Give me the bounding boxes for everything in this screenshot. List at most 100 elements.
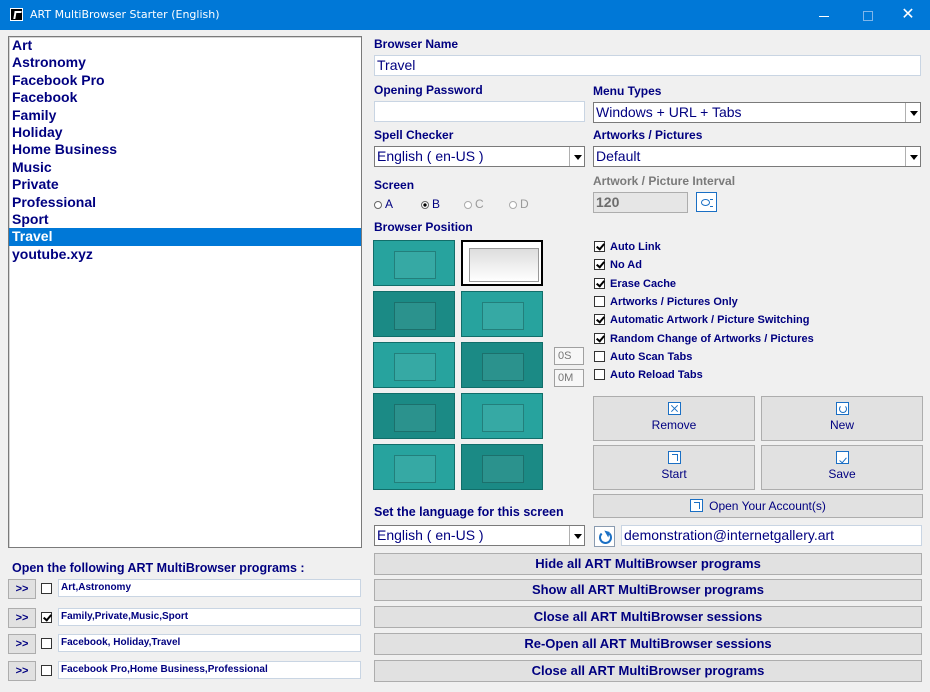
browser-list-item[interactable]: Family (9, 107, 361, 124)
screen-radio-label: A (385, 197, 394, 211)
browser-name-input[interactable]: Travel (374, 55, 921, 76)
program-checkbox[interactable] (41, 583, 52, 594)
browser-list-item[interactable]: Professional (9, 194, 361, 211)
program-checkbox[interactable] (41, 638, 52, 649)
program-list-input[interactable]: Facebook Pro,Home Business,Professional (58, 661, 361, 679)
spell-checker-label: Spell Checker (374, 128, 454, 142)
window-title: ART MultiBrowser Starter (English) (30, 8, 220, 21)
language-select[interactable]: English ( en-US ) (374, 525, 585, 546)
menu-types-select[interactable]: Windows + URL + Tabs (593, 102, 921, 123)
program-list-input[interactable]: Facebook, Holiday,Travel (58, 634, 361, 652)
show-all-button[interactable]: Show all ART MultiBrowser programs (374, 579, 922, 601)
artworks-select[interactable]: Default (593, 146, 921, 167)
new-label: New (829, 418, 854, 432)
browser-position-tile[interactable] (373, 393, 455, 439)
option-checkbox[interactable]: Artworks / Pictures Only (594, 295, 738, 309)
screen-radio-a[interactable]: A (374, 197, 393, 211)
minimize-button[interactable] (802, 0, 846, 30)
title-bar: ART MultiBrowser Starter (English) ✕ (0, 0, 930, 30)
program-row: >> Facebook, Holiday,Travel (8, 634, 362, 654)
start-icon (667, 451, 681, 464)
option-checkbox[interactable]: Auto Reload Tabs (594, 369, 703, 382)
option-checkbox[interactable]: Random Change of Artworks / Pictures (594, 332, 814, 346)
option-checkbox[interactable]: Automatic Artwork / Picture Switching (594, 314, 809, 327)
browser-position-tile[interactable] (373, 444, 455, 490)
start-button[interactable]: Start (593, 445, 755, 490)
browser-list-item[interactable]: Art (9, 37, 361, 54)
browser-list-item[interactable]: Astronomy (9, 54, 361, 71)
option-checkbox[interactable]: Auto Scan Tabs (594, 350, 693, 364)
artworks-label: Artworks / Pictures (593, 128, 703, 142)
refresh-icon[interactable] (594, 526, 615, 547)
radio-icon (509, 200, 517, 209)
browser-list-item[interactable]: Facebook (9, 89, 361, 106)
chevron-down-icon (569, 526, 584, 545)
checkbox-icon (594, 350, 605, 362)
program-checkbox[interactable] (41, 665, 52, 676)
reopen-sessions-button[interactable]: Re-Open all ART MultiBrowser sessions (374, 633, 922, 655)
program-open-button[interactable]: >> (8, 579, 36, 599)
artworks-value: Default (596, 148, 641, 164)
browser-list-item[interactable]: Facebook Pro (9, 72, 361, 89)
browser-list-item[interactable]: Music (9, 159, 361, 176)
browser-list-item[interactable]: Private (9, 176, 361, 193)
browser-position-tile[interactable] (461, 393, 543, 439)
option-label: Auto Scan Tabs (610, 350, 693, 363)
browser-position-tile[interactable] (373, 291, 455, 337)
browser-list[interactable]: Art Astronomy Facebook Pro Facebook Family Ho… (8, 36, 362, 548)
screen-radio-label: C (475, 197, 484, 211)
browser-position-tile[interactable] (461, 240, 543, 286)
option-label: Artworks / Pictures Only (610, 295, 738, 308)
browser-position-tile[interactable] (373, 342, 455, 388)
minutes-input[interactable]: 0M (554, 369, 584, 387)
program-checkbox[interactable] (41, 612, 52, 623)
opening-password-input[interactable] (374, 101, 585, 122)
program-open-button[interactable]: >> (8, 661, 36, 681)
view-icon[interactable] (696, 192, 717, 212)
screen-radio-c[interactable]: C (464, 197, 484, 211)
screen-label: Screen (374, 178, 415, 192)
browser-position-tile[interactable] (461, 342, 543, 388)
open-account-button[interactable]: Open Your Account(s) (593, 494, 923, 518)
option-checkbox[interactable]: Auto Link (594, 241, 661, 254)
new-button[interactable]: New (761, 396, 923, 441)
screen-radio-b[interactable]: B (421, 197, 440, 211)
save-label: Save (828, 467, 856, 481)
remove-button[interactable]: Remove (593, 396, 755, 441)
browser-list-item[interactable]: youtube.xyz (9, 246, 361, 263)
program-list-input[interactable]: Family,Private,Music,Sport (58, 608, 361, 626)
browser-list-item[interactable]: Travel (9, 228, 361, 246)
radio-icon (421, 200, 429, 209)
option-checkbox[interactable]: No Ad (594, 259, 642, 272)
browser-list-item[interactable]: Home Business (9, 141, 361, 158)
interval-input[interactable]: 120 (593, 192, 688, 213)
radio-icon (374, 200, 382, 209)
checkbox-icon (594, 259, 605, 271)
close-programs-button[interactable]: Close all ART MultiBrowser programs (374, 660, 922, 682)
remove-label: Remove (651, 418, 697, 432)
browser-list-item[interactable]: Holiday (9, 124, 361, 141)
chevron-down-icon (905, 103, 920, 122)
chevron-down-icon (905, 147, 920, 166)
browser-position-tile[interactable] (461, 291, 543, 337)
option-checkbox[interactable]: Erase Cache (594, 277, 676, 291)
close-button[interactable]: ✕ (886, 0, 930, 30)
screen-radio-d[interactable]: D (509, 197, 529, 211)
program-open-button[interactable]: >> (8, 634, 36, 654)
browser-position-tile[interactable] (373, 240, 455, 286)
spell-checker-select[interactable]: English ( en-US ) (374, 146, 585, 167)
maximize-button[interactable] (846, 0, 890, 30)
program-open-button[interactable]: >> (8, 608, 36, 628)
remove-icon (667, 402, 681, 415)
menu-types-label: Menu Types (593, 84, 662, 98)
browser-name-label: Browser Name (374, 37, 459, 51)
close-sessions-button[interactable]: Close all ART MultiBrowser sessions (374, 606, 922, 628)
hide-all-button[interactable]: Hide all ART MultiBrowser programs (374, 553, 922, 575)
program-list-input[interactable]: Art,Astronomy (58, 579, 361, 597)
browser-position-tile[interactable] (461, 444, 543, 490)
seconds-input[interactable]: 0S (554, 347, 584, 365)
email-input[interactable]: demonstration@internetgallery.art (621, 525, 922, 546)
save-button[interactable]: Save (761, 445, 923, 490)
browser-list-item[interactable]: Sport (9, 211, 361, 228)
screen-radio-label: B (432, 197, 441, 211)
